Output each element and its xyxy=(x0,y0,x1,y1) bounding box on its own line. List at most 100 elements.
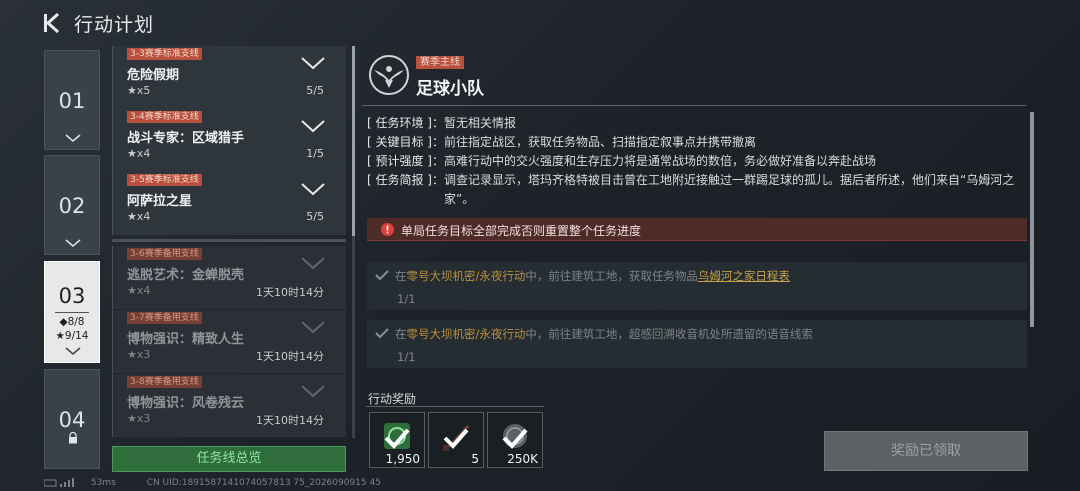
quest-list-scroll-thumb[interactable] xyxy=(352,46,355,236)
info-label: [ 预计强度 ]： xyxy=(367,154,444,168)
chevron-down-icon xyxy=(301,57,325,70)
quest-tag: 3-5赛季标准支线 xyxy=(127,174,202,186)
chevron-down-icon xyxy=(301,321,325,334)
status-bar: 53ms CN UID:1891587141074057813 75_20260… xyxy=(43,478,381,488)
reward-item[interactable]: 5 xyxy=(428,412,484,468)
chapter-number: 01 xyxy=(58,89,86,113)
reward-item[interactable]: 1,950 xyxy=(369,412,425,468)
info-row: [ 任务简报 ]： 调查记录显示，塔玛齐格特被目击曾在工地附近接触过一群踢足球的孤… xyxy=(367,171,1019,209)
quest-stars: ★x3 xyxy=(127,412,151,425)
quest-line-overview-button[interactable]: 任务线总览 xyxy=(112,446,346,472)
chapter-number: 03 xyxy=(58,284,86,308)
chevron-down-icon xyxy=(301,385,325,398)
quest-progress: 5/5 xyxy=(306,84,324,97)
objective-item: 在零号大坝机密/永夜行动中，前往建筑工地，超感回溯收音机处所遗留的语音线索 1/… xyxy=(367,320,1027,368)
objective-text: 在零号大坝机密/永夜行动中，前往建筑工地，超感回溯收音机处所遗留的语音线索 xyxy=(395,327,813,341)
ping-text: 53ms xyxy=(90,478,116,488)
quest-card[interactable]: 3-4赛季标准支线 战斗专家：区域猎手 ★x4 1/5 xyxy=(112,109,346,172)
reward-count: 5 xyxy=(471,452,479,466)
objective-place: 零号大坝机密/永夜行动 xyxy=(406,269,526,283)
uid-text: CN UID:1891587141074057813 75_2026090915… xyxy=(146,478,381,488)
info-row: [ 任务环境 ]： 暂无相关情报 xyxy=(367,114,1019,133)
back-arrow-icon[interactable] xyxy=(40,10,66,36)
quest-name: 博物强识：风卷残云 xyxy=(127,396,245,411)
eagle-emblem-icon xyxy=(369,55,409,95)
quest-name: 危险假期 xyxy=(127,68,180,83)
quest-name: 战斗专家：区域猎手 xyxy=(127,131,245,146)
quest-stars: ★x4 xyxy=(127,284,151,297)
claimed-check-icon xyxy=(443,428,469,449)
info-text: 前往指定战区，获取任务物品、扫描指定叙事点并携带撤离 xyxy=(444,135,757,149)
quest-timer: 1天10时14分 xyxy=(256,286,324,299)
info-label: [ 任务环境 ]： xyxy=(367,116,444,130)
info-text: 调查记录显示，塔玛齐格特被目击曾在工地附近接触过一群踢足球的孤儿。据后者所述，他… xyxy=(444,173,1015,206)
objective-item: 在零号大坝机密/永夜行动中，前往建筑工地，获取任务物品乌姆河之家日程表 1/1 xyxy=(367,262,1027,310)
chapter-tab-02[interactable]: 02 xyxy=(44,155,100,255)
quest-card[interactable]: 3-3赛季标准支线 危险假期 ★x5 5/5 xyxy=(112,46,346,109)
check-icon xyxy=(375,270,389,281)
quest-info: [ 任务环境 ]： 暂无相关情报 [ 关键目标 ]： 前往指定战区，获取任务物品、扫… xyxy=(367,114,1019,209)
quest-name: 逃脱艺术：金蝉脱壳 xyxy=(127,268,245,283)
reward-item[interactable]: 250K xyxy=(487,412,543,468)
quest-tag: 3-3赛季标准支线 xyxy=(127,48,202,60)
quest-detail-panel: 赛季主线 足球小队 [ 任务环境 ]： 暂无相关情报 [ 关键目标 ]： 前往指定战… xyxy=(362,46,1030,446)
warning-banner: 单局任务目标全部完成否则重置整个任务进度 xyxy=(367,218,1027,241)
check-icon xyxy=(375,328,389,339)
info-label: [ 关键目标 ]： xyxy=(367,135,444,149)
lock-icon xyxy=(69,432,77,444)
chevron-down-icon xyxy=(301,183,325,196)
quest-stars: ★x5 xyxy=(127,84,151,97)
chevron-down-icon xyxy=(65,134,81,142)
objective-item-link[interactable]: 乌姆河之家日程表 xyxy=(698,269,790,283)
divider xyxy=(366,406,544,407)
chevron-down-icon xyxy=(65,347,81,355)
divider xyxy=(362,105,1026,106)
objective-count: 1/1 xyxy=(397,292,416,306)
quest-card[interactable]: 3-5赛季标准支线 阿萨拉之星 ★x4 5/5 xyxy=(112,172,346,235)
objective-text: 在零号大坝机密/永夜行动中，前往建筑工地，获取任务物品乌姆河之家日程表 xyxy=(395,269,790,283)
chevron-down-icon xyxy=(65,239,81,247)
quest-name: 博物强识：精致人生 xyxy=(127,332,245,347)
chapter-number: 04 xyxy=(58,408,86,432)
divider xyxy=(55,312,89,313)
detail-scrollbar[interactable] xyxy=(1030,112,1034,327)
quest-list-divider xyxy=(112,239,346,242)
info-text: 高难行动中的交火强度和生存压力将是通常战场的数倍，务必做好准备以奔赴战场 xyxy=(444,154,877,168)
chevron-down-icon xyxy=(301,120,325,133)
page-title: 行动计划 xyxy=(74,14,155,36)
quest-list: 3-3赛季标准支线 危险假期 ★x5 5/5 3-4赛季标准支线 战斗专家：区域… xyxy=(112,46,348,438)
quest-stars: ★x4 xyxy=(127,210,151,223)
quest-tag: 3-4赛季标准支线 xyxy=(127,111,202,123)
chapter-diamond-stat: ◆8/8 xyxy=(59,316,85,328)
info-row: [ 关键目标 ]： 前往指定战区，获取任务物品、扫描指定叙事点并携带撤离 xyxy=(367,133,1019,152)
chapter-number: 02 xyxy=(58,194,86,218)
chapter-tab-01[interactable]: 01 xyxy=(44,50,100,150)
quest-progress: 1/5 xyxy=(306,147,324,160)
warning-icon xyxy=(381,223,394,236)
claimed-check-icon xyxy=(384,428,410,449)
reward-count: 1,950 xyxy=(385,452,420,466)
quest-card[interactable]: 3-8赛季备用支线 博物强识：风卷残云 ★x3 1天10时14分 xyxy=(112,374,346,437)
quest-tag: 3-8赛季备用支线 xyxy=(127,376,202,388)
warning-text: 单局任务目标全部完成否则重置整个任务进度 xyxy=(401,224,642,238)
chapter-tab-03[interactable]: 03 ◆8/8 ★9/14 xyxy=(44,261,100,363)
quest-card[interactable]: 3-6赛季备用支线 逃脱艺术：金蝉脱壳 ★x4 1天10时14分 xyxy=(112,246,346,309)
chapter-star-stat: ★9/14 xyxy=(55,330,89,342)
reward-count: 250K xyxy=(507,452,538,466)
signal-icon xyxy=(43,478,80,487)
objective-count: 1/1 xyxy=(397,350,416,364)
header: 行动计划 xyxy=(0,0,1080,46)
quest-card[interactable]: 3-7赛季备用支线 博物强识：精致人生 ★x3 1天10时14分 xyxy=(112,310,346,373)
chapter-tab-04[interactable]: 04 xyxy=(44,369,100,469)
rewards-label: 行动奖励 xyxy=(368,392,417,406)
quest-tag: 3-6赛季备用支线 xyxy=(127,248,202,260)
quest-progress: 5/5 xyxy=(306,210,324,223)
quest-title: 足球小队 xyxy=(416,79,484,99)
claim-rewards-button[interactable]: 奖励已领取 xyxy=(824,431,1028,471)
info-label: [ 任务简报 ]： xyxy=(367,173,444,187)
info-text: 暂无相关情报 xyxy=(444,116,517,130)
info-row: [ 预计强度 ]： 高难行动中的交火强度和生存压力将是通常战场的数倍，务必做好准备… xyxy=(367,152,1019,171)
quest-stars: ★x4 xyxy=(127,147,151,160)
objective-place: 零号大坝机密/永夜行动 xyxy=(406,327,526,341)
quest-stars: ★x3 xyxy=(127,348,151,361)
